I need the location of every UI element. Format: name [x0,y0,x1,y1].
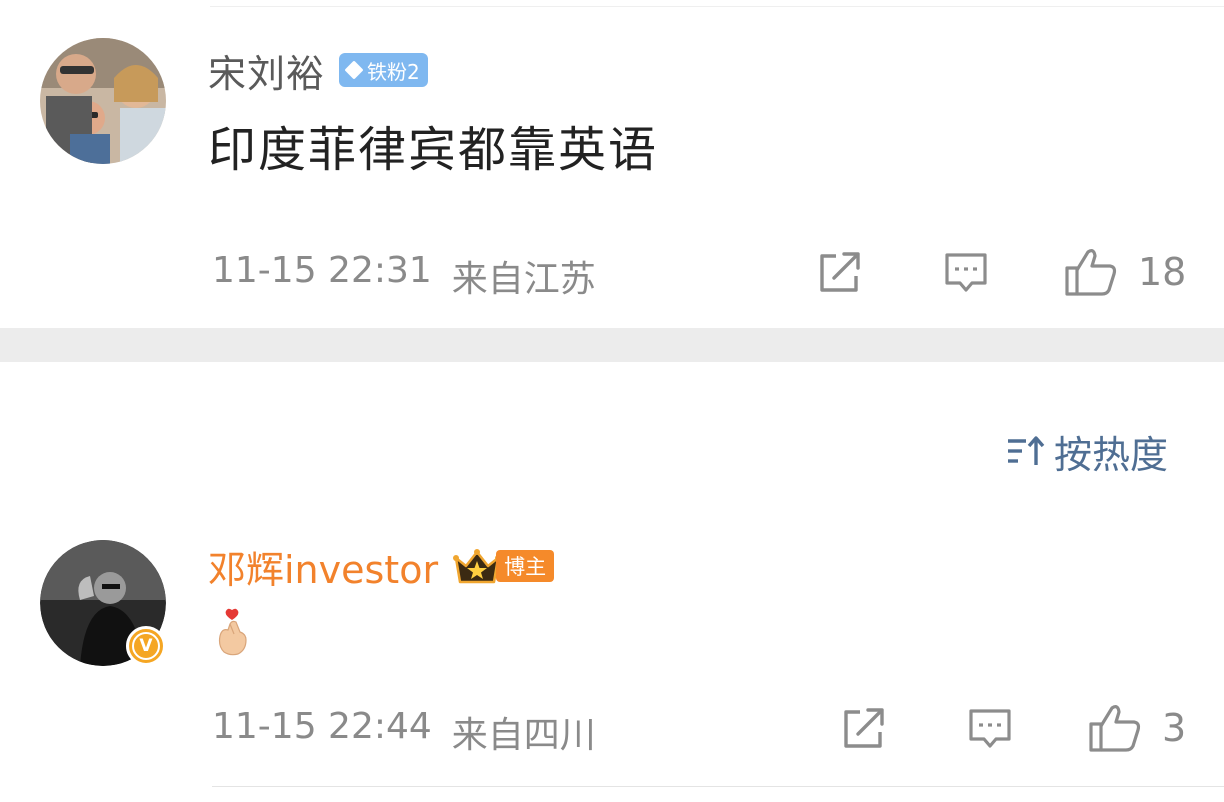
comment-icon [969,709,1011,748]
sort-icon [1008,436,1045,465]
fan-badge-label: 铁粉2 [367,59,420,84]
share-button[interactable] [816,250,864,296]
section-divider [0,328,1224,362]
finger-heart-emoji [216,608,252,656]
comment-item: 宋刘裕 铁粉2 印度菲律宾都靠英语 11-15 22:31 来自江苏 18 [0,0,1224,328]
thumbs-up-icon [1089,705,1141,752]
verified-badge: V [126,626,166,666]
divider [212,786,1224,787]
avatar[interactable]: V [40,540,166,666]
crown-icon [453,549,502,584]
like-button[interactable]: 3 [1088,702,1186,754]
share-button[interactable] [840,706,888,752]
comment-item: V 邓辉investor 博主 11-15 22:44 来自四川 3 [0,520,1224,802]
comment-text: 印度菲律宾都靠英语 [208,122,659,178]
username-row: 宋刘裕 铁粉2 [208,44,428,96]
username[interactable]: 宋刘裕 [208,43,325,98]
like-count: 18 [1138,250,1187,294]
fan-level-badge[interactable]: 铁粉2 [339,53,428,87]
username[interactable]: 邓辉investor [208,539,438,594]
reply-button[interactable] [966,706,1014,752]
like-count: 3 [1162,706,1187,750]
location: 来自江苏 [451,259,596,300]
timestamp: 11-15 22:44 [212,706,432,747]
location: 来自四川 [451,715,596,756]
username-row: 邓辉investor 博主 [208,539,555,594]
blogger-badge[interactable]: 博主 [452,546,555,586]
comment-meta: 11-15 22:31 来自江苏 [212,250,596,302]
timestamp: 11-15 22:31 [212,250,432,291]
like-button[interactable]: 18 [1064,246,1186,298]
avatar[interactable] [40,38,166,164]
sort-label: 按热度 [1054,432,1169,477]
sort-by-hot-button[interactable]: 按热度 [1006,426,1169,477]
diamond-icon [344,60,364,80]
reply-button[interactable] [942,250,990,296]
comments-page: 宋刘裕 铁粉2 印度菲律宾都靠英语 11-15 22:31 来自江苏 18 按热… [0,0,1224,802]
comment-icon [945,253,987,292]
blogger-badge-label: 博主 [496,550,555,582]
share-icon [820,252,860,292]
thumbs-up-icon [1065,249,1117,296]
comment-meta: 11-15 22:44 来自四川 [212,706,596,758]
share-icon [844,708,884,748]
